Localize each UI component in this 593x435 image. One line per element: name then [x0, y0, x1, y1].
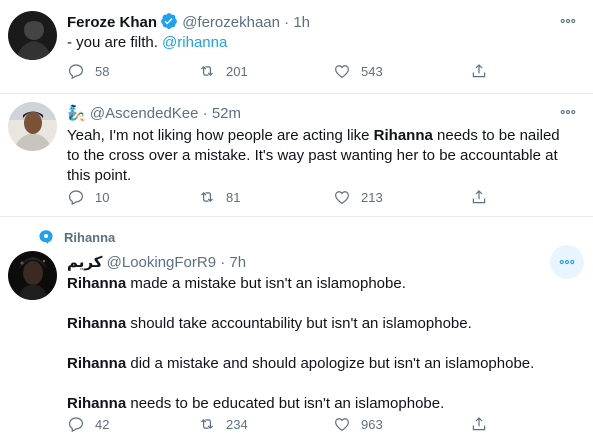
tweet-text-content: - you are filth.: [67, 34, 163, 51]
reply-button[interactable]: 58: [67, 62, 109, 80]
retweet-icon: [200, 192, 214, 202]
retweet-count: 201: [226, 63, 248, 79]
action-bar: 10 81 213: [67, 188, 497, 208]
tweet-header: Feroze Khan @ferozekhaan · 1h: [67, 12, 310, 34]
tweet-text: Rihanna made a mistake but isn't an isla…: [67, 274, 582, 414]
share-icon: [472, 417, 486, 431]
separator: ·: [220, 254, 226, 271]
topic-icon: [39, 230, 53, 244]
avatar[interactable]: [8, 102, 57, 151]
retweet-icon: [200, 419, 214, 429]
avatar[interactable]: [8, 11, 57, 60]
reply-icon: [69, 417, 83, 433]
reply-count: 42: [95, 416, 110, 432]
action-bar: 42 234 963: [67, 415, 497, 435]
retweet-count: 234: [226, 416, 248, 432]
handle[interactable]: @ferozekhaan: [182, 14, 280, 31]
reply-button[interactable]: 42: [67, 415, 109, 433]
like-button[interactable]: 543: [333, 62, 383, 80]
tweet-text: - you are filth. @rihanna: [67, 33, 227, 53]
tweet-text-line-1: Rihanna made a mistake but isn't an isla…: [67, 275, 406, 292]
share-button[interactable]: [470, 415, 488, 433]
reply-icon: [69, 190, 83, 206]
tweet-1[interactable]: Feroze Khan @ferozekhaan · 1h - you are …: [0, 0, 593, 93]
like-icon: [335, 191, 349, 205]
tweet-text-line-4: Rihanna needs to be educated but isn't a…: [67, 395, 445, 412]
like-button[interactable]: 963: [333, 415, 383, 433]
retweet-button[interactable]: 201: [198, 62, 248, 80]
tweet-text-line-2: to the cross over a mistake. It's way pa…: [67, 147, 558, 164]
reply-button[interactable]: 10: [67, 188, 109, 206]
like-count: 963: [361, 416, 383, 432]
tweet-header: كريم @LookingForR9 · 7h: [67, 253, 246, 271]
retweet-button[interactable]: 81: [198, 188, 240, 206]
reply-count: 10: [95, 189, 110, 205]
reply-icon: [69, 64, 83, 80]
tweet-text: Yeah, I'm not liking how people are acti…: [67, 126, 582, 186]
share-icon: [472, 64, 486, 78]
handle[interactable]: @AscendedKee: [90, 105, 199, 122]
more-icon[interactable]: [558, 102, 578, 122]
like-icon: [335, 418, 349, 432]
timestamp[interactable]: 1h: [293, 14, 310, 31]
timestamp[interactable]: 52m: [212, 105, 241, 122]
like-button[interactable]: 213: [333, 188, 383, 206]
retweet-count: 81: [226, 189, 241, 205]
keyword-rihanna: Rihanna: [373, 127, 433, 144]
like-icon: [335, 65, 349, 79]
share-button[interactable]: [470, 62, 488, 80]
timestamp[interactable]: 7h: [229, 254, 246, 271]
tweet-text-line-2: Rihanna should take accountability but i…: [67, 315, 472, 332]
share-icon: [472, 190, 486, 204]
tweet-text-line-1: Yeah, I'm not liking how people are acti…: [67, 127, 560, 144]
share-button[interactable]: [470, 188, 488, 206]
topic-label: Rihanna: [64, 229, 116, 245]
separator: ·: [284, 14, 290, 31]
handle[interactable]: @LookingForR9: [107, 254, 216, 271]
like-count: 543: [361, 63, 383, 79]
mention-link[interactable]: @rihanna: [162, 34, 227, 51]
tweet-header: 🧞 @AscendedKee · 52m: [67, 104, 241, 122]
tweet-text-line-3: this point.: [67, 167, 132, 184]
reply-count: 58: [95, 63, 110, 79]
tweet-2[interactable]: 🧞 @AscendedKee · 52m Yeah, I'm not likin…: [0, 94, 593, 216]
verified-badge-icon: [160, 12, 178, 34]
retweet-button[interactable]: 234: [198, 415, 248, 433]
display-name[interactable]: كريم: [67, 254, 102, 271]
tweet-3[interactable]: Rihanna كريم @LookingForR9 · 7h Rihanna …: [0, 217, 593, 433]
more-icon[interactable]: [558, 11, 578, 31]
display-name[interactable]: Feroze Khan: [67, 14, 157, 31]
tweet-text-line-3: Rihanna did a mistake and should apologi…: [67, 355, 535, 372]
display-name[interactable]: 🧞: [67, 105, 86, 122]
action-bar: 58 201 543: [67, 62, 497, 82]
topic-context[interactable]: Rihanna: [38, 229, 115, 245]
separator: ·: [202, 105, 208, 122]
avatar[interactable]: [8, 251, 57, 300]
retweet-icon: [200, 66, 214, 76]
like-count: 213: [361, 189, 383, 205]
